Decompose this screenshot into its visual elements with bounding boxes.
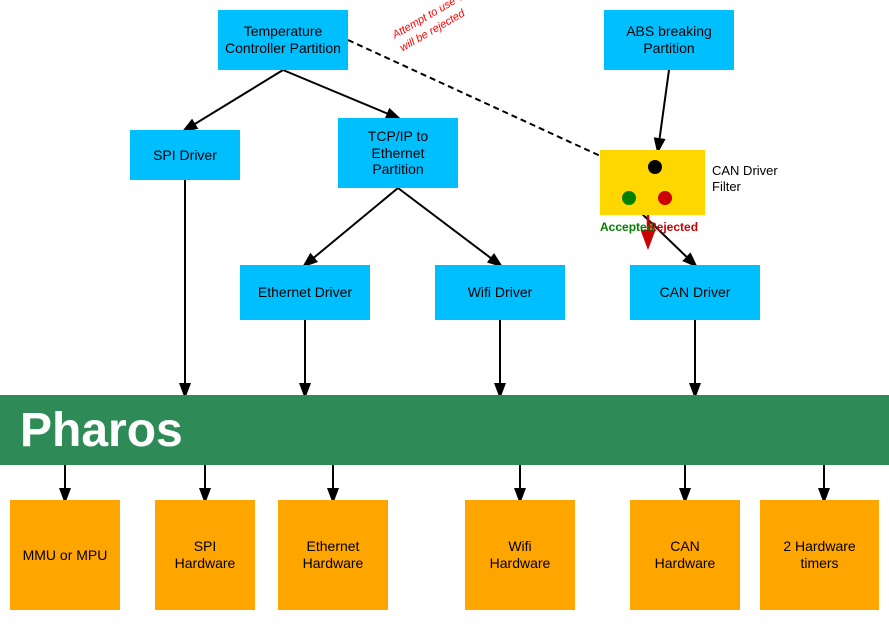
- annotation-text: Attempt to use CAN driverwill be rejecte…: [390, 0, 516, 57]
- diagram: Temperature Controller Partition ABS bre…: [0, 0, 889, 624]
- can-hw-box: CAN Hardware: [630, 500, 740, 610]
- rejected-dot: [658, 191, 672, 205]
- ethernet-driver-box: Ethernet Driver: [240, 265, 370, 320]
- can-filter-label: CAN Driver Filter: [712, 163, 778, 194]
- rejected-label: Rejected: [648, 220, 698, 234]
- spi-hw-box: SPI Hardware: [155, 500, 255, 610]
- hw-timers-box: 2 Hardware timers: [760, 500, 879, 610]
- incoming-dot: [648, 160, 662, 174]
- accepted-dot: [622, 191, 636, 205]
- can-driver-box: CAN Driver: [630, 265, 760, 320]
- abs-breaking-box: ABS breaking Partition: [604, 10, 734, 70]
- pharos-label: Pharos: [20, 403, 183, 458]
- tcpip-box: TCP/IP to Ethernet Partition: [338, 118, 458, 188]
- wifi-driver-box: Wifi Driver: [435, 265, 565, 320]
- spi-driver-box: SPI Driver: [130, 130, 240, 180]
- accepted-label: Accepted: [600, 220, 654, 234]
- temp-controller-box: Temperature Controller Partition: [218, 10, 348, 70]
- wifi-hw-box: Wifi Hardware: [465, 500, 575, 610]
- can-filter-box: [600, 150, 705, 215]
- pharos-band: Pharos: [0, 395, 889, 465]
- ethernet-hw-box: Ethernet Hardware: [278, 500, 388, 610]
- mmu-mpu-box: MMU or MPU: [10, 500, 120, 610]
